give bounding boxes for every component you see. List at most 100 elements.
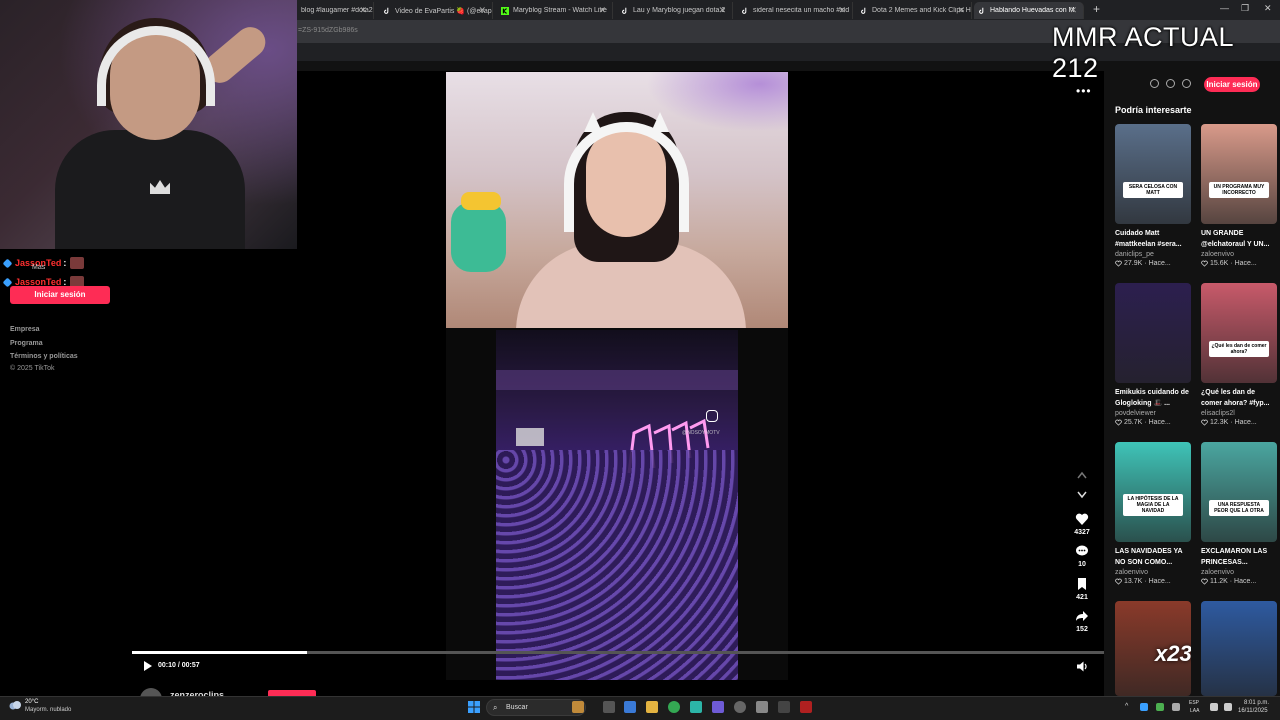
obs-icon[interactable] [734, 701, 746, 713]
windows-start-icon[interactable] [468, 701, 480, 713]
recommended-video-card[interactable]: Emikukis cuidando de Glogloking 🎩 ... pov… [1115, 283, 1191, 426]
tab-close-icon[interactable]: ✕ [838, 5, 846, 16]
browser-tab-active[interactable]: Hablando Huevadas con M ✕ [974, 2, 1084, 19]
app-icon[interactable] [778, 701, 790, 713]
clock-date[interactable]: 16/11/2025 [1238, 708, 1268, 714]
video-thumbnail[interactable]: LA HIPÓTESIS DE LA MAGIA DE LA NAVIDAD [1115, 442, 1191, 542]
tab-close-icon[interactable]: ✕ [598, 5, 606, 16]
tab-close-icon[interactable]: ✕ [478, 5, 486, 16]
tray-app-icon[interactable] [1156, 703, 1164, 711]
maximize-icon[interactable]: ❐ [1241, 3, 1249, 14]
weather-description: Mayorm. nublado [25, 707, 72, 713]
browser-tab[interactable]: Lau y Maryblog juegan dota 2 ✕ [617, 2, 733, 19]
cloud-icon[interactable] [8, 700, 22, 710]
tiktok-icon [861, 7, 866, 14]
speaker-icon[interactable] [1224, 703, 1232, 711]
recommended-video-card[interactable] [1201, 601, 1277, 696]
discord-icon[interactable] [712, 701, 724, 713]
video-thumbnail[interactable]: UNA RESPUESTA PEOR QUE LA OTRA [1201, 442, 1277, 542]
video-player[interactable]: @NOSOYMOTV [446, 72, 788, 680]
video-caption[interactable]: UN GRANDE @elchatoraul Y UN... [1201, 228, 1277, 250]
copyright: © 2025 TikTok [10, 365, 55, 372]
crowd [496, 450, 738, 680]
video-author[interactable]: zaloenvivo [1201, 569, 1277, 576]
tab-close-icon[interactable]: ✕ [359, 5, 367, 16]
url-text[interactable]: =ZS-915dZGb986s [298, 27, 358, 34]
video-author[interactable]: povdelviewer [1115, 410, 1191, 417]
app-icon[interactable] [690, 701, 702, 713]
video-caption[interactable]: ¿Qué les dan de comer ahora? #fyp... [1201, 387, 1277, 409]
tray-expand-icon[interactable]: ^ [1125, 703, 1128, 710]
recommended-video-card[interactable]: SERA CELOSA CON MATT Cuidado Matt #mattke… [1115, 124, 1191, 267]
video-caption[interactable]: LAS NAVIDADES YA NO SON COMO... [1115, 546, 1191, 568]
stream-overlay-text: MMR ACTUAL 212 [1052, 22, 1234, 83]
video-author[interactable]: elisaclips2l [1201, 410, 1277, 417]
tray-app-icon[interactable] [1172, 703, 1180, 711]
tray-app-icon[interactable] [1140, 703, 1148, 711]
more-options-icon[interactable]: ••• [1076, 84, 1092, 98]
video-thumbnail[interactable]: x23 [1115, 601, 1191, 696]
wifi-icon[interactable] [1210, 703, 1218, 711]
video-thumbnail[interactable] [1115, 283, 1191, 383]
clock-time[interactable]: 8:01 p.m. [1244, 700, 1269, 706]
play-icon[interactable] [143, 660, 153, 672]
close-window-icon[interactable]: ✕ [1264, 3, 1272, 14]
task-view-icon[interactable] [603, 701, 615, 713]
kick-icon [501, 6, 509, 15]
footer-link-terminos[interactable]: Términos y políticas [10, 353, 78, 360]
video-author[interactable]: zaloenvivo [1201, 251, 1277, 258]
video-thumbnail[interactable] [1201, 601, 1277, 696]
search-placeholder: Buscar [506, 704, 528, 711]
recommendations-title: Podría interesarte [1115, 105, 1192, 115]
tab-title: Dota 2 Memes and Kick Clips H [872, 7, 971, 14]
previous-video-icon[interactable] [1077, 471, 1087, 479]
browser-tab[interactable]: Video de EvaPartis 🍓 (@evapa ✕ [379, 2, 493, 19]
video-caption[interactable]: Cuidado Matt #mattkeelan #sera... [1115, 228, 1191, 250]
tab-close-icon[interactable]: ✕ [718, 5, 726, 16]
pinned-app-icon[interactable] [572, 701, 584, 713]
chrome-icon[interactable] [668, 701, 680, 713]
thumbnail-caption-badge: LA HIPÓTESIS DE LA MAGIA DE LA NAVIDAD [1123, 494, 1183, 516]
video-caption[interactable]: EXCLAMARON LAS PRINCESAS... [1201, 546, 1277, 568]
new-tab-icon[interactable]: + [1093, 2, 1100, 16]
video-thumbnail[interactable]: ¿Qué les dan de comer ahora? [1201, 283, 1277, 383]
browser-tab[interactable]: blog #laugamer #dota2 ✕ [297, 2, 374, 19]
browser-tab[interactable]: Dota 2 Memes and Kick Clips H ✕ [856, 2, 972, 19]
video-author[interactable]: daniclips_pe [1115, 251, 1191, 258]
tiktok-icon [622, 7, 627, 14]
minimize-icon[interactable]: — [1220, 3, 1229, 13]
recommended-video-card[interactable]: UN PROGRAMA MUY INCORRECTO UN GRANDE @elc… [1201, 124, 1277, 267]
next-video-icon[interactable] [1077, 491, 1087, 499]
share-button[interactable]: 152 [1064, 609, 1100, 633]
video-author[interactable]: zaloenvivo [1115, 569, 1191, 576]
save-button[interactable]: 421 [1064, 577, 1100, 601]
video-thumbnail[interactable]: UN PROGRAMA MUY INCORRECTO [1201, 124, 1277, 224]
file-explorer-icon[interactable] [646, 701, 658, 713]
footer-link-programa[interactable]: Programa [10, 340, 43, 347]
volume-icon[interactable] [1076, 660, 1089, 673]
bookmark-icon [1078, 578, 1086, 590]
copilot-icon[interactable] [624, 701, 636, 713]
app-icon[interactable] [756, 701, 768, 713]
recommended-video-card[interactable]: UNA RESPUESTA PEOR QUE LA OTRA EXCLAMARON… [1201, 442, 1277, 585]
like-button[interactable]: 4327 [1064, 512, 1100, 536]
comment-button[interactable]: 10 [1064, 544, 1100, 568]
sidebar-more-text[interactable]: Mas [32, 264, 45, 271]
login-button[interactable]: Iniciar sesión [10, 286, 110, 304]
footer-link-empresa[interactable]: Empresa [10, 326, 40, 333]
progress-bar[interactable] [132, 651, 1104, 654]
taskbar-search[interactable]: ⌕ Buscar [486, 699, 586, 716]
browser-tab[interactable]: sideral nesecita un macho #sid ✕ [737, 2, 853, 19]
tab-close-icon[interactable]: ✕ [957, 5, 965, 16]
recommended-video-card[interactable]: x23 [1115, 601, 1191, 696]
recommended-video-card[interactable]: ¿Qué les dan de comer ahora? ¿Qué les dan… [1201, 283, 1277, 426]
video-caption[interactable]: Emikukis cuidando de Glogloking 🎩 ... [1115, 387, 1191, 409]
video-stats: 12.3K · Hace... [1201, 419, 1277, 426]
browser-tab[interactable]: Maryblog Stream - Watch Live ✕ [497, 2, 613, 19]
tab-close-icon[interactable]: ✕ [1069, 5, 1077, 16]
language-layout[interactable]: LAA [1190, 708, 1199, 714]
app-icon[interactable] [800, 701, 812, 713]
video-thumbnail[interactable]: SERA CELOSA CON MATT [1115, 124, 1191, 224]
recommended-video-card[interactable]: LA HIPÓTESIS DE LA MAGIA DE LA NAVIDAD LA… [1115, 442, 1191, 585]
language-indicator[interactable]: ESP [1189, 700, 1199, 706]
